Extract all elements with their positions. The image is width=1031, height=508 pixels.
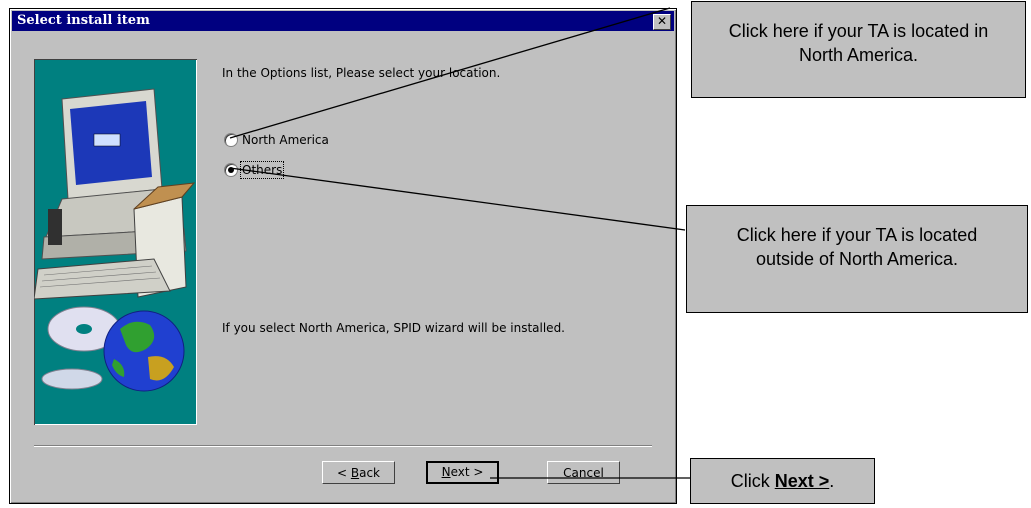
callout-leader-lines <box>229 7 690 479</box>
leader-line-north-america <box>229 7 671 139</box>
leader-line-others <box>229 167 686 231</box>
